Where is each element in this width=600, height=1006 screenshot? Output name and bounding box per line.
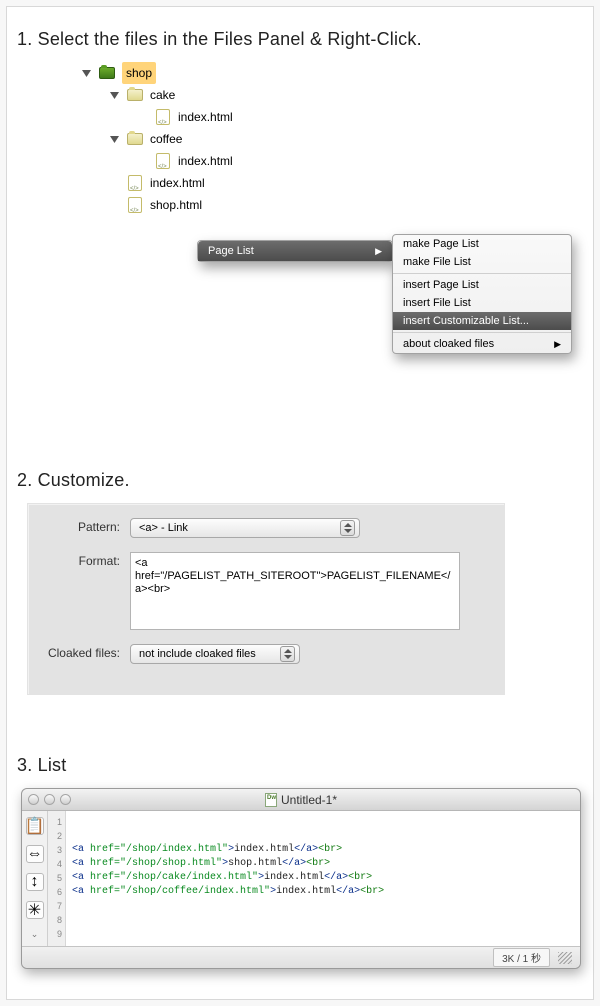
- html-file-icon: [154, 154, 172, 169]
- disclosure-down-icon[interactable]: [109, 90, 120, 101]
- tool-clipboard-icon[interactable]: 📋: [26, 817, 44, 835]
- menu-item-about-cloaked-files[interactable]: about cloaked files ▶: [393, 335, 571, 353]
- pattern-select[interactable]: <a> - Link: [130, 518, 360, 538]
- editor-window: Untitled-1* 📋 ⇔ ↕ ✳ ⌄ 123456789 <a href=…: [21, 788, 581, 969]
- menu-item-make-page-list[interactable]: make Page List: [393, 235, 571, 253]
- tree-folder-cake[interactable]: cake index.html: [109, 84, 583, 128]
- menu-item-insert-customizable-list[interactable]: insert Customizable List...: [393, 312, 571, 330]
- tool-balance-icon[interactable]: ↕: [26, 873, 44, 891]
- tree-file[interactable]: index.html: [109, 172, 583, 194]
- folder-icon: [126, 132, 144, 147]
- tree-item-label: index.html: [178, 150, 233, 172]
- tree-folder-coffee[interactable]: coffee index.html: [109, 128, 583, 172]
- stepper-icon[interactable]: [340, 520, 355, 536]
- cloaked-select[interactable]: not include cloaked files: [130, 644, 300, 664]
- tree-item-label: shop.html: [150, 194, 202, 216]
- tree-file[interactable]: index.html: [137, 150, 583, 172]
- menu-item-label: about cloaked files: [403, 338, 494, 350]
- tree-root-label: shop: [122, 62, 156, 84]
- step2-heading: 2. Customize.: [17, 470, 583, 491]
- tool-collapse-tray-icon[interactable]: ⌄: [31, 929, 39, 940]
- line-gutter: 123456789: [48, 811, 66, 946]
- menu-item-label: insert Page List: [403, 279, 479, 291]
- menu-separator: [393, 332, 571, 333]
- menu-item-insert-page-list[interactable]: insert Page List: [393, 276, 571, 294]
- document-icon: [265, 793, 277, 807]
- menu-item-label: insert File List: [403, 297, 471, 309]
- format-label: Format:: [40, 552, 130, 568]
- tree-item-label: cake: [150, 84, 175, 106]
- editor-toolbar: 📋 ⇔ ↕ ✳ ⌄: [22, 811, 48, 946]
- menu-item-insert-file-list[interactable]: insert File List: [393, 294, 571, 312]
- customize-panel: Pattern: <a> - Link Format: Cloaked file…: [27, 503, 505, 695]
- code-area[interactable]: <a href="/shop/index.html">index.html</a…: [66, 811, 580, 946]
- site-folder-icon: [98, 66, 116, 81]
- menu-item-make-file-list[interactable]: make File List: [393, 253, 571, 271]
- step3-heading: 3. List: [17, 755, 583, 776]
- tree-file[interactable]: shop.html: [109, 194, 583, 216]
- cloaked-label: Cloaked files:: [40, 644, 130, 660]
- title-bar: Untitled-1*: [22, 789, 580, 811]
- format-textarea[interactable]: [130, 552, 460, 630]
- html-file-icon: [154, 110, 172, 125]
- tree-item-label: index.html: [178, 106, 233, 128]
- file-tree: shop cake index.html: [53, 62, 583, 216]
- tool-collapse-icon[interactable]: ⇔: [26, 845, 44, 863]
- cloaked-select-value: not include cloaked files: [139, 648, 256, 660]
- menu-item-pagelist[interactable]: Page List ▶: [198, 241, 392, 261]
- tool-options-icon[interactable]: ✳: [26, 901, 44, 919]
- document-title: Untitled-1*: [281, 793, 337, 807]
- html-file-icon: [126, 176, 144, 191]
- disclosure-down-icon[interactable]: [109, 134, 120, 145]
- status-bar: 3K / 1 秒: [22, 946, 580, 968]
- menu-item-label: make Page List: [403, 238, 479, 250]
- context-menu-group: Page List ▶ make Page List make File Lis…: [197, 240, 583, 410]
- pattern-label: Pattern:: [40, 518, 130, 534]
- context-menu-main[interactable]: Page List ▶: [197, 240, 393, 262]
- disclosure-down-icon[interactable]: [81, 68, 92, 79]
- step1-heading: 1. Select the files in the Files Panel &…: [17, 29, 583, 50]
- context-menu-sub[interactable]: make Page List make File List insert Pag…: [392, 234, 572, 354]
- menu-item-label: insert Customizable List...: [403, 315, 529, 327]
- tree-file[interactable]: index.html: [137, 106, 583, 128]
- chevron-right-icon: ▶: [375, 246, 382, 257]
- html-file-icon: [126, 198, 144, 213]
- resize-grip-icon[interactable]: [558, 952, 572, 964]
- tree-root[interactable]: shop cake index.html: [81, 62, 583, 216]
- stepper-icon[interactable]: [280, 646, 295, 662]
- chevron-right-icon: ▶: [554, 339, 561, 350]
- folder-icon: [126, 88, 144, 103]
- menu-item-label: make File List: [403, 256, 471, 268]
- pattern-select-value: <a> - Link: [139, 522, 188, 534]
- menu-item-label: Page List: [208, 245, 254, 257]
- menu-separator: [393, 273, 571, 274]
- status-text: 3K / 1 秒: [493, 948, 550, 967]
